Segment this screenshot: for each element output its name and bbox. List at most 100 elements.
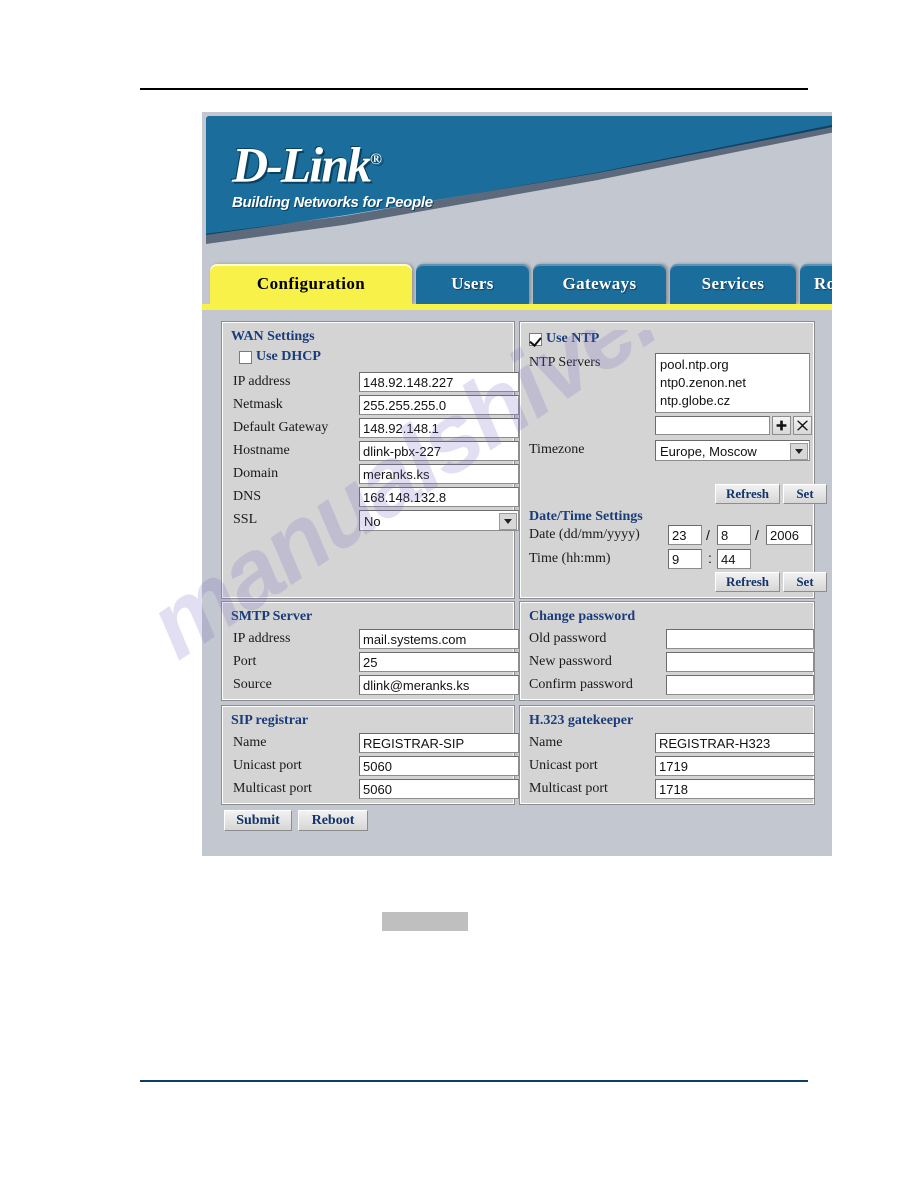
wan-domain-input[interactable]: meranks.ks — [359, 464, 519, 484]
h323-multicast-port-label: Multicast port — [529, 781, 608, 796]
sip-name-input[interactable]: REGISTRAR-SIP — [359, 733, 519, 753]
wan-dns-label: DNS — [233, 489, 262, 504]
timezone-select[interactable]: Europe, Moscow — [655, 440, 810, 461]
ntp-servers-listbox[interactable]: pool.ntp.org ntp0.zenon.net ntp.globe.cz — [655, 353, 810, 413]
ntp-server-item[interactable]: ntp0.zenon.net — [660, 374, 805, 392]
datetime-set-button[interactable]: Set — [783, 572, 827, 592]
wan-netmask-input[interactable]: 255.255.255.0 — [359, 395, 519, 415]
ntp-server-add-row — [529, 416, 812, 438]
sip-unicast-port-label: Unicast port — [233, 758, 302, 773]
reboot-button[interactable]: Reboot — [298, 810, 368, 831]
h323-unicast-port-input[interactable]: 1719 — [655, 756, 815, 776]
plus-icon[interactable] — [772, 416, 791, 435]
dlink-logo: D-Link® Building Networks for People — [232, 134, 433, 211]
time-minute-input[interactable]: 44 — [717, 549, 751, 569]
smtp-server-panel: SMTP Server IP address mail.systems.com … — [222, 602, 519, 700]
wan-ip-address-label: IP address — [233, 374, 291, 389]
ntp-server-item[interactable]: ntp.globe.cz — [660, 392, 805, 410]
wan-default-gateway-input[interactable]: 148.92.148.1 — [359, 418, 519, 438]
old-password-row: Old password — [529, 629, 814, 651]
ntp-new-server-input[interactable] — [655, 416, 770, 435]
wan-field-ssl: SSL No — [233, 510, 519, 532]
wan-default-gateway-label: Default Gateway — [233, 420, 329, 435]
brand-banner: D-Link® Building Networks for People — [202, 112, 832, 252]
close-x-icon[interactable] — [793, 416, 812, 435]
date-label: Date (dd/mm/yyyy) — [529, 527, 640, 542]
date-month-input[interactable]: 8 — [717, 525, 751, 545]
wan-ssl-label: SSL — [233, 512, 258, 527]
wan-settings-legend: WAN Settings — [231, 329, 315, 344]
logo-wordmark-text: D-Link — [232, 136, 372, 193]
h323-gatekeeper-legend: H.323 gatekeeper — [529, 713, 634, 728]
smtp-ip-address-input[interactable]: mail.systems.com — [359, 629, 519, 649]
tab-services[interactable]: Services — [670, 264, 796, 304]
wan-field-netmask: Netmask 255.255.255.0 — [233, 395, 519, 417]
smtp-ip-address-label: IP address — [233, 631, 291, 646]
page-caption-placeholder — [382, 912, 468, 931]
tab-users-label: Users — [451, 274, 494, 293]
sip-field-unicast-port: Unicast port 5060 — [233, 756, 519, 778]
wan-hostname-input[interactable]: dlink-pbx-227 — [359, 441, 519, 461]
h323-multicast-port-input[interactable]: 1718 — [655, 779, 815, 799]
date-day-input[interactable]: 23 — [668, 525, 702, 545]
time-hour-input[interactable]: 9 — [668, 549, 702, 569]
h323-name-label: Name — [529, 735, 563, 750]
wan-field-default-gateway: Default Gateway 148.92.148.1 — [233, 418, 519, 440]
ntp-server-item[interactable]: pool.ntp.org — [660, 356, 805, 374]
h323-gatekeeper-panel: H.323 gatekeeper Name REGISTRAR-H323 Uni… — [520, 706, 815, 804]
smtp-field-source: Source dlink@meranks.ks — [233, 675, 519, 697]
tab-services-label: Services — [701, 274, 765, 293]
new-password-input[interactable] — [666, 652, 814, 672]
ntp-refresh-button[interactable]: Refresh — [715, 484, 780, 504]
datetime-refresh-button[interactable]: Refresh — [715, 572, 780, 592]
logo-tagline: Building Networks for People — [232, 193, 433, 211]
use-ntp-checkbox-row[interactable]: Use NTP — [529, 331, 599, 347]
use-ntp-label: Use NTP — [546, 331, 600, 346]
sip-unicast-port-input[interactable]: 5060 — [359, 756, 519, 776]
use-dhcp-checkbox[interactable] — [239, 350, 252, 364]
use-dhcp-label: Use DHCP — [256, 349, 321, 364]
chevron-down-icon[interactable] — [790, 443, 808, 460]
tab-routing[interactable]: Rout — [800, 264, 832, 304]
date-year-input[interactable]: 2006 — [766, 525, 812, 545]
page-header-rule — [140, 88, 808, 90]
tab-gateways[interactable]: Gateways — [533, 264, 666, 304]
h323-name-input[interactable]: REGISTRAR-H323 — [655, 733, 815, 753]
new-password-label: New password — [529, 654, 612, 669]
main-tabbar: Configuration Users Gateways Services Ro… — [202, 264, 832, 312]
datetime-settings-legend: Date/Time Settings — [529, 509, 643, 524]
smtp-field-ip-address: IP address mail.systems.com — [233, 629, 519, 651]
sip-multicast-port-input[interactable]: 5060 — [359, 779, 519, 799]
tab-gateways-label: Gateways — [562, 274, 637, 293]
use-dhcp-checkbox-row[interactable]: Use DHCP — [239, 349, 321, 365]
wan-dns-input[interactable]: 168.148.132.8 — [359, 487, 519, 507]
submit-button[interactable]: Submit — [224, 810, 292, 831]
use-ntp-checkbox[interactable] — [529, 332, 542, 346]
tab-users[interactable]: Users — [416, 264, 529, 304]
tab-configuration[interactable]: Configuration — [210, 264, 412, 304]
change-password-panel: Change password Old password New passwor… — [520, 602, 814, 700]
confirm-password-input[interactable] — [666, 675, 814, 695]
logo-wordmark: D-Link® — [232, 134, 433, 191]
timezone-row: Timezone Europe, Moscow — [529, 440, 810, 462]
smtp-port-label: Port — [233, 654, 257, 669]
h323-field-multicast-port: Multicast port 1718 — [529, 779, 815, 801]
router-web-ui-screenshot: D-Link® Building Networks for People Con… — [202, 112, 833, 856]
wan-domain-label: Domain — [233, 466, 279, 481]
date-separator-2: / — [755, 527, 759, 543]
old-password-input[interactable] — [666, 629, 814, 649]
configuration-page-body: WAN Settings Use DHCP IP address 148.92.… — [202, 310, 832, 856]
wan-ip-address-input[interactable]: 148.92.148.227 — [359, 372, 519, 392]
ntp-set-button[interactable]: Set — [783, 484, 827, 504]
chevron-down-icon[interactable] — [499, 513, 517, 530]
wan-ssl-select[interactable]: No — [359, 510, 519, 531]
wan-field-ip-address: IP address 148.92.148.227 — [233, 372, 519, 394]
smtp-source-input[interactable]: dlink@meranks.ks — [359, 675, 519, 695]
confirm-password-row: Confirm password — [529, 675, 814, 697]
smtp-port-input[interactable]: 25 — [359, 652, 519, 672]
smtp-source-label: Source — [233, 677, 272, 692]
time-label: Time (hh:mm) — [529, 551, 611, 566]
wan-netmask-label: Netmask — [233, 397, 283, 412]
wan-field-domain: Domain meranks.ks — [233, 464, 519, 486]
wan-hostname-label: Hostname — [233, 443, 290, 458]
